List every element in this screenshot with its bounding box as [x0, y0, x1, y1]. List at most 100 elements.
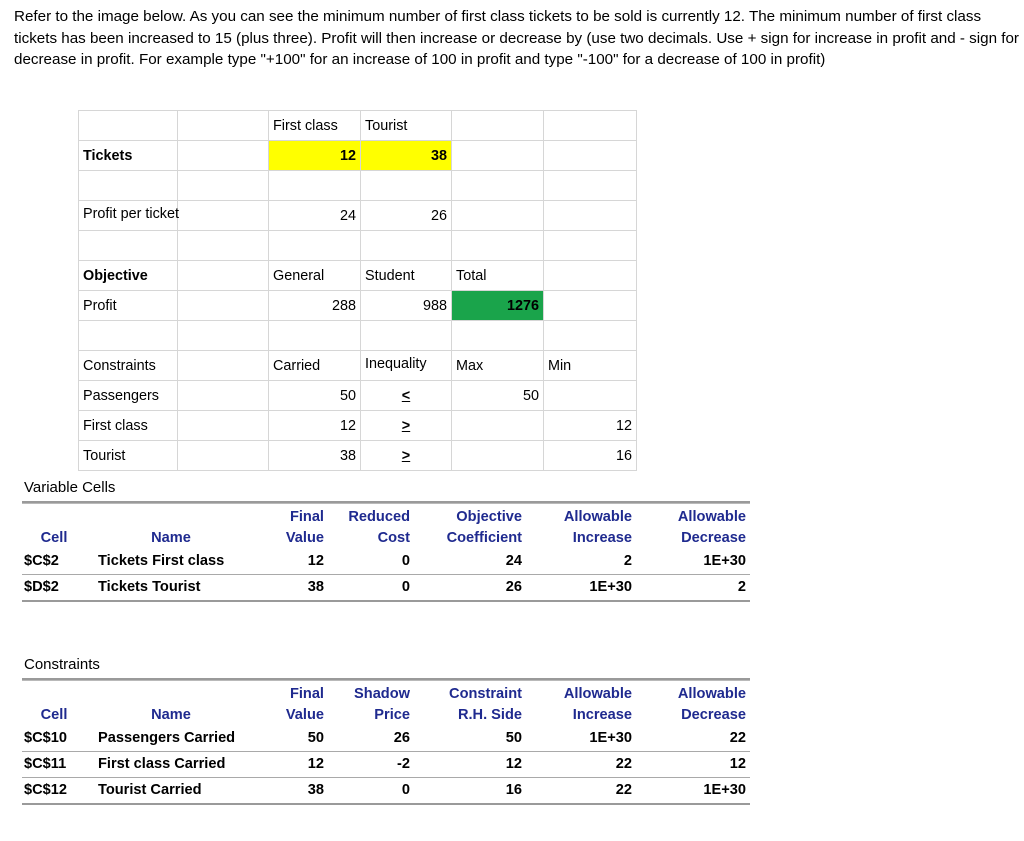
cell-e4[interactable] — [451, 200, 544, 231]
cell-b5[interactable] — [177, 230, 269, 261]
constraints-table: Final Shadow Constraint Allowable Allowa… — [22, 683, 750, 803]
cell-d2-tickets-tourist[interactable]: 38 — [360, 140, 452, 171]
cell-b12[interactable] — [177, 440, 269, 471]
constraints-report: Constraints Final Shadow Constraint Allo… — [22, 656, 750, 805]
cell-f1[interactable] — [543, 110, 637, 141]
cell-c12-tourist-carried[interactable]: 38 — [268, 440, 361, 471]
cell-e2[interactable] — [451, 140, 544, 171]
cell-d5[interactable] — [360, 230, 452, 261]
cell-c2-tickets-first-class[interactable]: 12 — [268, 140, 361, 171]
cell-b1[interactable] — [177, 110, 269, 141]
cell-b11[interactable] — [177, 410, 269, 441]
cell-f4[interactable] — [543, 200, 637, 231]
variable-cells-bottom-rule — [22, 600, 750, 602]
cell-a4-profit-per-ticket-label[interactable]: Profit per ticket — [78, 200, 179, 231]
cell-f5[interactable] — [543, 230, 637, 261]
cell-f8[interactable] — [543, 320, 637, 351]
cell-d12-tourist-inequality[interactable]: > — [360, 440, 452, 471]
cell-f10-passengers-min[interactable] — [543, 380, 637, 411]
cell-e3[interactable] — [451, 170, 544, 201]
cell-e6-total-header[interactable]: Total — [451, 260, 544, 291]
cell-c7-profit-general[interactable]: 288 — [268, 290, 361, 321]
sheet-row-blank-5 — [78, 230, 637, 261]
vc-row1-cell: $D$2 — [22, 574, 90, 600]
cell-a3[interactable] — [78, 170, 178, 201]
cn-hdr-top-1 — [90, 683, 256, 705]
vc-row0-reduced-cost: 0 — [401, 553, 410, 569]
cell-a7-profit-label[interactable]: Profit — [78, 290, 178, 321]
cn-row2-name: Tourist Carried — [90, 777, 256, 803]
cell-c4-profit-first-class[interactable]: 24 — [268, 200, 361, 231]
cell-a4-text: Profit per ticket — [83, 206, 179, 222]
cell-d11-first-class-inequality[interactable]: > — [360, 410, 452, 441]
cn-row2-cell: $C$12 — [22, 777, 90, 803]
cell-e10-passengers-max[interactable]: 50 — [451, 380, 544, 411]
cell-c1-first-class-header[interactable]: First class — [268, 110, 361, 141]
cell-b4[interactable] — [177, 200, 269, 231]
cell-a9-constraints-label[interactable]: Constraints — [78, 350, 178, 381]
cell-c3[interactable] — [268, 170, 361, 201]
vc-row1-allowable-increase: 1E+30 — [526, 574, 636, 600]
cell-f11-first-class-min[interactable]: 12 — [543, 410, 637, 441]
cell-e5[interactable] — [451, 230, 544, 261]
vc-row0-final-value: 12 — [307, 553, 324, 569]
cn-row2-shadow-price: 0 — [328, 777, 414, 803]
cell-a10-passengers-label[interactable]: Passengers — [78, 380, 178, 411]
vc-hdr-top-reduced: Reduced — [348, 509, 410, 525]
cell-a11-first-class-label[interactable]: First class — [78, 410, 178, 441]
cell-e11-first-class-max[interactable] — [451, 410, 544, 441]
vc-hdr-name: Name — [151, 530, 191, 546]
cell-c8[interactable] — [268, 320, 361, 351]
cell-d1-tourist-header[interactable]: Tourist — [360, 110, 452, 141]
cell-d3[interactable] — [360, 170, 452, 201]
cn-hdr-top-allowable-inc: Allowable — [563, 686, 632, 702]
cell-f2[interactable] — [543, 140, 637, 171]
cell-e8[interactable] — [451, 320, 544, 351]
cell-c5[interactable] — [268, 230, 361, 261]
cell-c6-general-header[interactable]: General — [268, 260, 361, 291]
cell-b7[interactable] — [177, 290, 269, 321]
cell-a5[interactable] — [78, 230, 178, 261]
table-row: $C$11 First class Carried 12 -2 12 22 12 — [22, 751, 750, 778]
cell-d8[interactable] — [360, 320, 452, 351]
cn-row1-allowable-increase: 22 — [526, 751, 636, 778]
cell-b9[interactable] — [177, 350, 269, 381]
cn-row0-shadow-price: 26 — [393, 730, 410, 746]
cell-f3[interactable] — [543, 170, 637, 201]
cell-f6[interactable] — [543, 260, 637, 291]
cell-b2[interactable] — [177, 140, 269, 171]
cell-b10[interactable] — [177, 380, 269, 411]
cell-a2-tickets-label[interactable]: Tickets — [78, 140, 178, 171]
question-prompt: Refer to the image below. As you can see… — [14, 8, 1019, 68]
cell-a6-objective-label[interactable]: Objective — [78, 260, 178, 291]
cell-f12-tourist-min[interactable]: 16 — [543, 440, 637, 471]
cell-e9-max-header[interactable]: Max — [451, 350, 544, 381]
cn-hdr-top-shadow: Shadow — [354, 686, 410, 702]
cell-c11-first-class-carried[interactable]: 12 — [268, 410, 361, 441]
cell-b6[interactable] — [177, 260, 269, 291]
cn-row2-final-value: 38 — [256, 777, 328, 803]
cell-e12-tourist-max[interactable] — [451, 440, 544, 471]
cell-e1[interactable] — [451, 110, 544, 141]
cn-hdr-cell: Cell — [40, 707, 68, 723]
cell-f9-min-header[interactable]: Min — [543, 350, 637, 381]
cell-d6-student-header[interactable]: Student — [360, 260, 452, 291]
vc-hdr-cost: Cost — [377, 530, 410, 546]
cell-b8[interactable] — [177, 320, 269, 351]
variable-cells-report: Variable Cells Final Reduced Objective A… — [22, 479, 750, 602]
cell-b3[interactable] — [177, 170, 269, 201]
sheet-row-tickets: Tickets 12 38 — [78, 140, 637, 171]
cell-a1[interactable] — [78, 110, 178, 141]
cell-d7-profit-student[interactable]: 988 — [360, 290, 452, 321]
cell-d4-profit-tourist[interactable]: 26 — [360, 200, 452, 231]
vc-row0-allowable-decrease: 1E+30 — [703, 553, 746, 569]
cell-c9-carried-header[interactable]: Carried — [268, 350, 361, 381]
cell-d9-inequality-header[interactable]: Inequality — [360, 350, 452, 381]
cell-d10-passengers-inequality[interactable]: < — [360, 380, 452, 411]
cell-a12-tourist-label[interactable]: Tourist — [78, 440, 178, 471]
cell-a8[interactable] — [78, 320, 178, 351]
cell-e7-profit-total[interactable]: 1276 — [451, 290, 544, 321]
sheet-row-header-class: First class Tourist — [78, 110, 637, 141]
cell-f7[interactable] — [543, 290, 637, 321]
cell-c10-passengers-carried[interactable]: 50 — [268, 380, 361, 411]
